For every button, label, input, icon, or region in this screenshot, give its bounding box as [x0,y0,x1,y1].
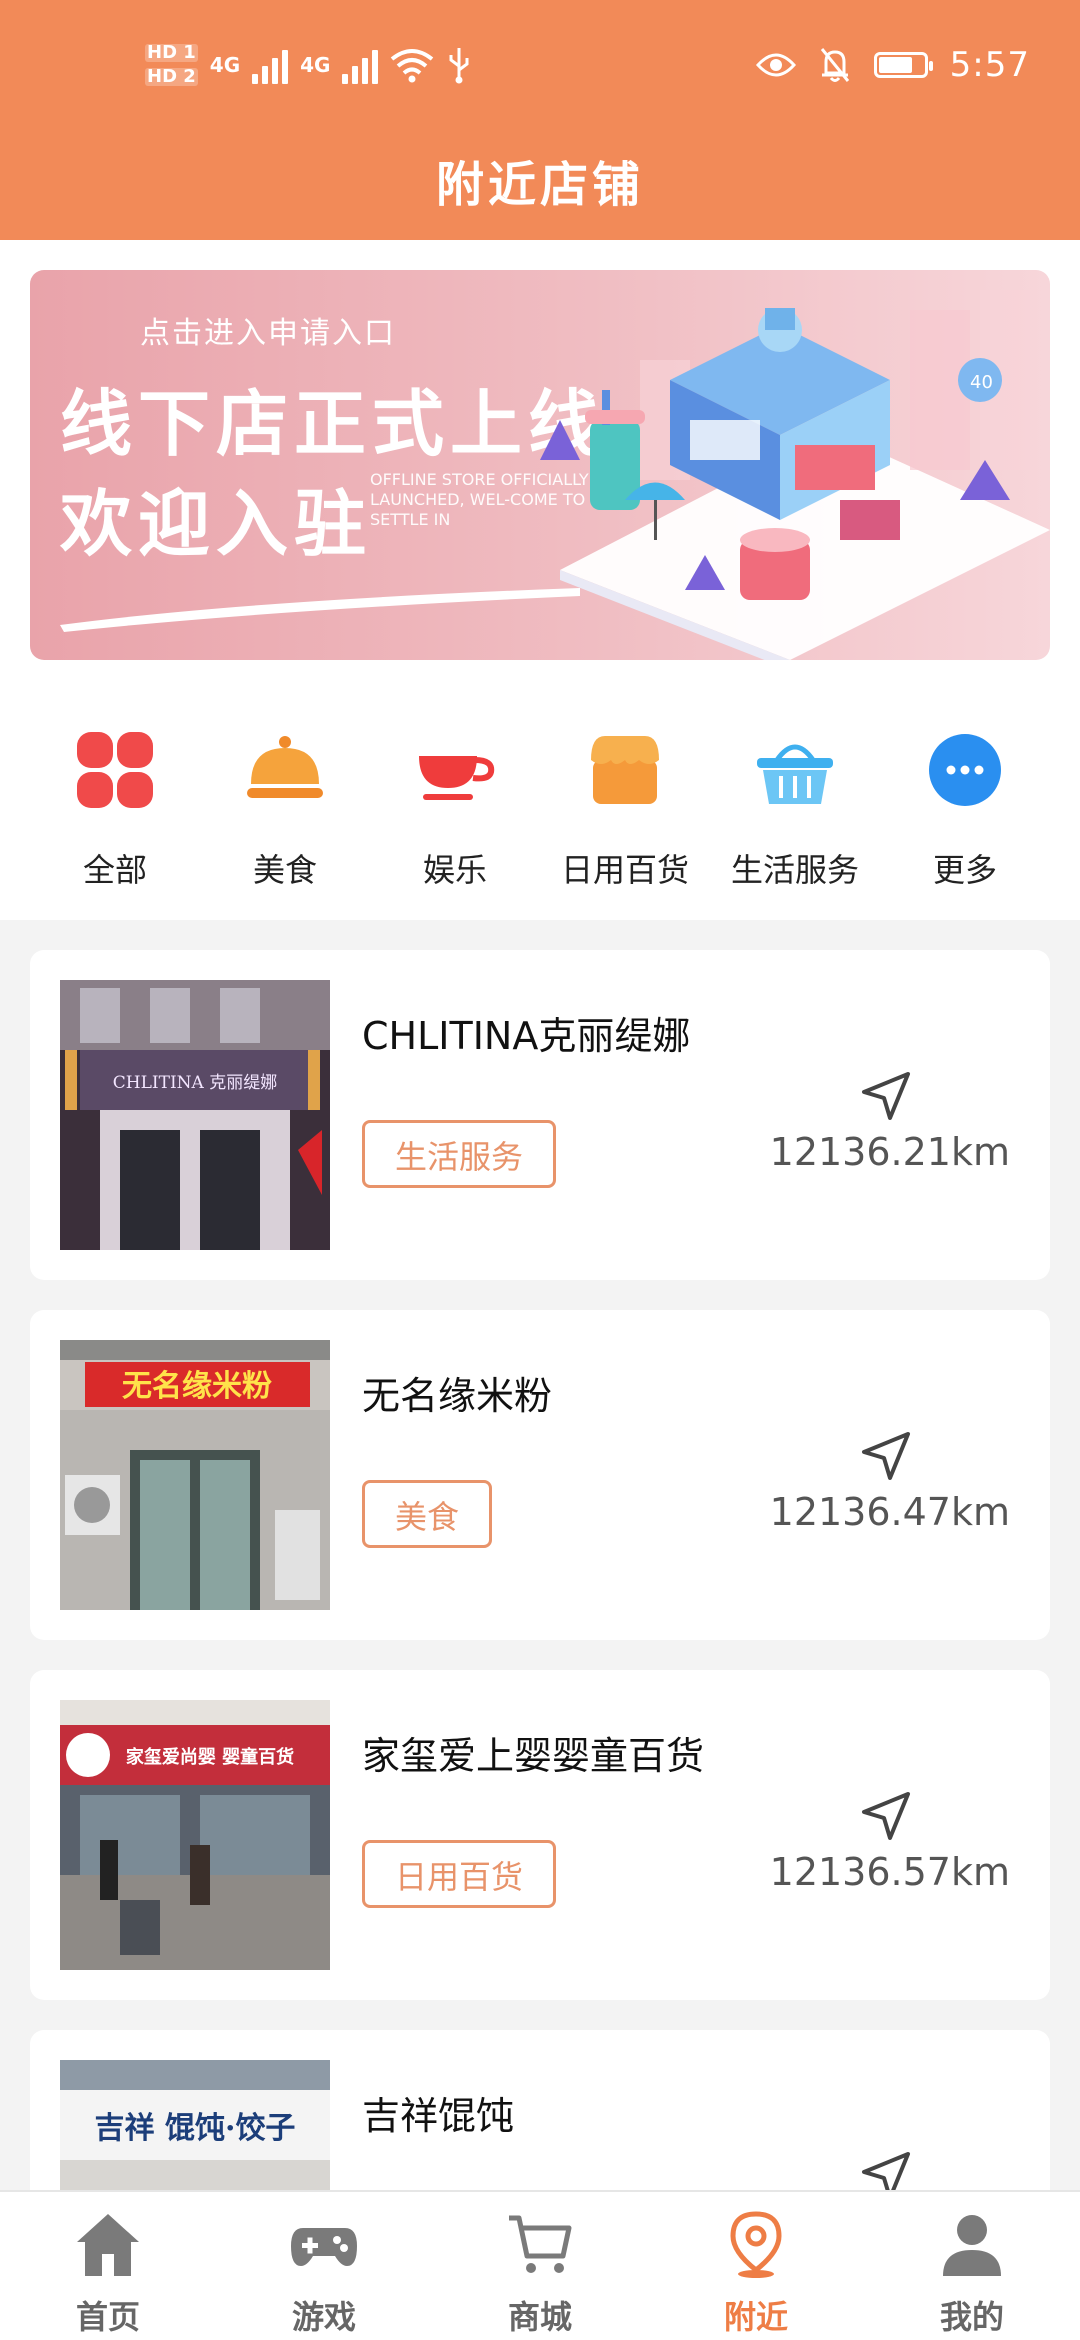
tab-games[interactable]: 游戏 [216,2192,432,2340]
home-icon [77,2214,139,2276]
category-label: 娱乐 [422,851,487,889]
store-category-tag[interactable]: 日用百货 [362,1840,557,1908]
store-name: CHLITINA克丽缇娜 [362,1014,691,1058]
banner-swoosh [60,588,580,632]
store-sign-text: CHLITINA 克丽缇娜 [113,1073,277,1093]
app-header: HD 1 HD 2 4G 4G 5:57 附近店铺 [0,0,1080,240]
category-entertainment[interactable]: 娱乐 [370,710,540,900]
banner-illustration: 40 [540,290,1050,660]
category-bar: 全部 美食 娱乐 日用百货 生活服务 更多 [0,670,1080,920]
food-cloche-icon [247,736,323,798]
store-name: 家玺爱上婴婴童百货 [362,1734,705,1778]
category-label: 日用百货 [560,851,689,889]
category-more[interactable]: 更多 [880,710,1050,900]
tab-mall[interactable]: 商城 [432,2192,648,2340]
tab-label: 我的 [939,2298,1004,2336]
svg-text:40: 40 [970,372,993,393]
shop-icon [591,736,659,804]
store-category-tag[interactable]: 美食 [362,1480,493,1548]
category-food[interactable]: 美食 [200,710,370,900]
category-label: 美食 [252,851,317,889]
store-card[interactable]: 无名缘米粉 无名缘米粉 美食 12136.47km [30,1310,1050,1640]
usb-icon [449,48,469,84]
eye-icon [755,53,796,77]
store-category-tag[interactable]: 生活服务 [362,1120,557,1188]
store-card[interactable]: 吉祥 馄饨·饺子 吉祥馄饨 [30,2030,1050,2190]
banner-apply-text: 点击进入申请入口 [140,316,396,351]
store-card[interactable]: 家玺爱尚婴 婴童百货 家玺爱上婴婴童百货 日用百货 12136.57km [30,1670,1050,2000]
basket-icon [757,744,833,804]
category-label: 全部 [82,851,147,889]
category-daily-goods[interactable]: 日用百货 [540,710,710,900]
gamepad-icon [291,2228,357,2266]
more-icon [929,734,1001,806]
store-distance: 12136.21km [769,1130,1010,1174]
store-sign-text: 家玺爱尚婴 婴童百货 [126,1746,294,1768]
hd-indicators: HD 1 HD 2 [145,44,198,86]
status-left: HD 1 HD 2 4G 4G [145,30,472,100]
navigation-arrow-icon[interactable] [860,1070,912,1122]
signal-icon-1 [252,46,289,84]
store-name: 吉祥馄饨 [362,2094,515,2138]
tab-home[interactable]: 首页 [0,2192,216,2340]
store-card[interactable]: CHLITINA 克丽缇娜 CHLITINA克丽缇娜 生活服务 12136.21… [30,950,1050,1280]
banner-subheadline: 欢迎入驻 [60,481,373,566]
tab-mine[interactable]: 我的 [864,2192,1080,2340]
store-sign-text: 无名缘米粉 [122,1369,272,1404]
store-name: 无名缘米粉 [362,1374,553,1418]
status-bar: HD 1 HD 2 4G 4G 5:57 [0,0,1080,130]
network-type-2: 4G [300,53,331,77]
banner-section: 点击进入申请入口 线下店正式上线 欢迎入驻 OFFLINE STORE OFFI… [0,240,1080,670]
status-right: 5:57 [755,40,1030,90]
location-pin-icon [730,2211,782,2278]
category-all[interactable]: 全部 [30,710,200,900]
wifi-icon [391,49,434,83]
category-label: 更多 [932,851,997,889]
offline-store-banner[interactable]: 点击进入申请入口 线下店正式上线 欢迎入驻 OFFLINE STORE OFFI… [30,270,1050,660]
tab-label: 商城 [507,2298,572,2336]
store-list[interactable]: CHLITINA 克丽缇娜 CHLITINA克丽缇娜 生活服务 12136.21… [0,920,1080,2190]
battery-icon [873,52,933,78]
tab-label: 游戏 [291,2298,356,2336]
network-type-1: 4G [209,53,241,77]
signal-icon-2 [342,46,379,84]
tab-label: 首页 [75,2298,140,2336]
status-time: 5:57 [949,45,1030,85]
bell-off-icon [820,48,849,82]
category-life-service[interactable]: 生活服务 [710,710,880,900]
banner-headline: 线下店正式上线 [60,381,607,466]
store-distance: 12136.57km [769,1850,1010,1894]
navigation-arrow-icon[interactable] [860,1430,912,1482]
hd1-badge: HD 1 [145,42,198,63]
page: HD 1 HD 2 4G 4G 5:57 附近店铺 点击进入申请入口 线下店正式… [0,0,1080,2340]
hd2-badge: HD 2 [145,66,198,87]
store-distance: 12136.47km [769,1490,1010,1534]
clover-icon [77,732,153,808]
category-label: 生活服务 [730,851,859,889]
cup-icon [419,756,495,800]
store-sign-text: 吉祥 馄饨·饺子 [95,2111,296,2146]
navigation-arrow-icon[interactable] [860,2150,912,2190]
user-icon [943,2215,1001,2276]
tab-label: 附近 [723,2298,788,2336]
navigation-arrow-icon[interactable] [860,1790,912,1842]
cart-icon [509,2215,572,2273]
store-photo: 吉祥 馄饨·饺子 [60,2060,330,2190]
tab-nearby[interactable]: 附近 [648,2192,864,2340]
page-title: 附近店铺 [435,157,644,213]
store-photo: 无名缘米粉 [60,1340,330,1610]
bottom-tab-bar: 首页 游戏 商城 附近 我的 [0,2190,1080,2340]
store-photo: 家玺爱尚婴 婴童百货 [60,1700,330,1970]
store-photo: CHLITINA 克丽缇娜 [60,980,330,1250]
